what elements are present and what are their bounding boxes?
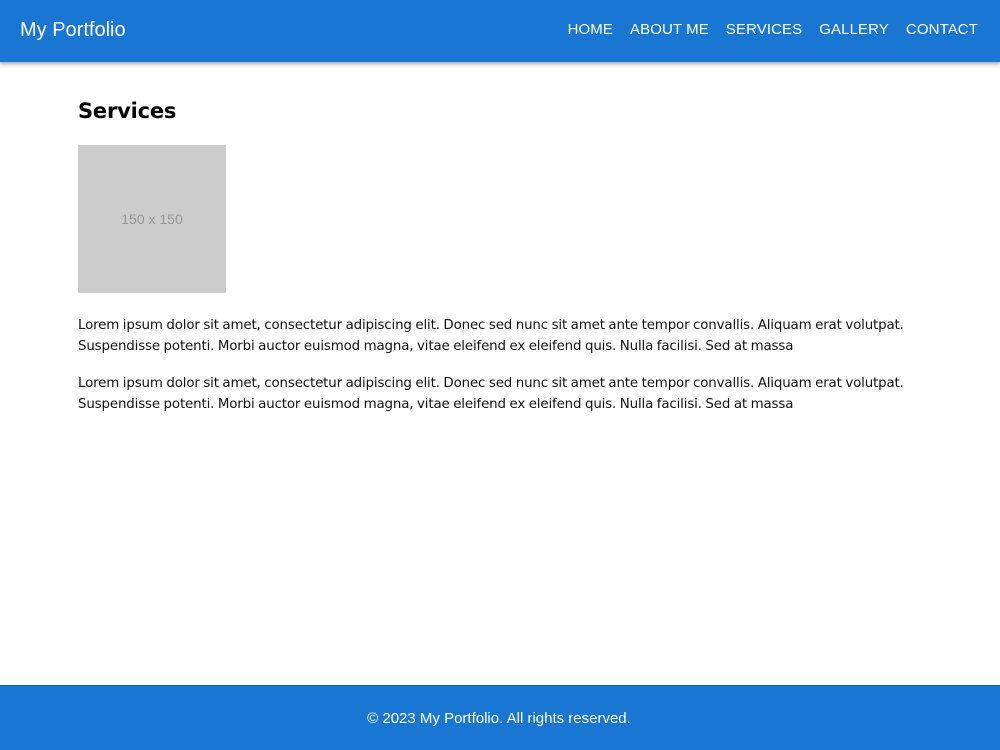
- main-nav: HOME ABOUT ME SERVICES GALLERY CONTACT: [568, 21, 978, 39]
- placeholder-label: 150 x 150: [121, 211, 183, 227]
- top-navbar: My Portfolio HOME ABOUT ME SERVICES GALL…: [0, 0, 1000, 62]
- service-paragraph-1: Lorem ipsum dolor sit amet, consectetur …: [78, 318, 904, 354]
- copyright-text: © 2023 My Portfolio. All rights reserved…: [367, 709, 631, 727]
- page-footer: © 2023 My Portfolio. All rights reserved…: [0, 685, 1000, 750]
- page-title: Services: [78, 99, 177, 123]
- nav-link-services[interactable]: SERVICES: [726, 21, 802, 39]
- brand-link[interactable]: My Portfolio: [20, 17, 126, 43]
- service-image-placeholder: 150 x 150: [78, 145, 226, 293]
- nav-link-home[interactable]: HOME: [568, 21, 613, 39]
- services-section: Services 150 x 150 Lorem ipsum dolor sit…: [78, 96, 928, 412]
- nav-link-about-me[interactable]: ABOUT ME: [630, 21, 709, 39]
- service-paragraph-2: Lorem ipsum dolor sit amet, consectetur …: [78, 376, 904, 412]
- nav-link-gallery[interactable]: GALLERY: [819, 21, 889, 39]
- nav-link-contact[interactable]: CONTACT: [906, 21, 978, 39]
